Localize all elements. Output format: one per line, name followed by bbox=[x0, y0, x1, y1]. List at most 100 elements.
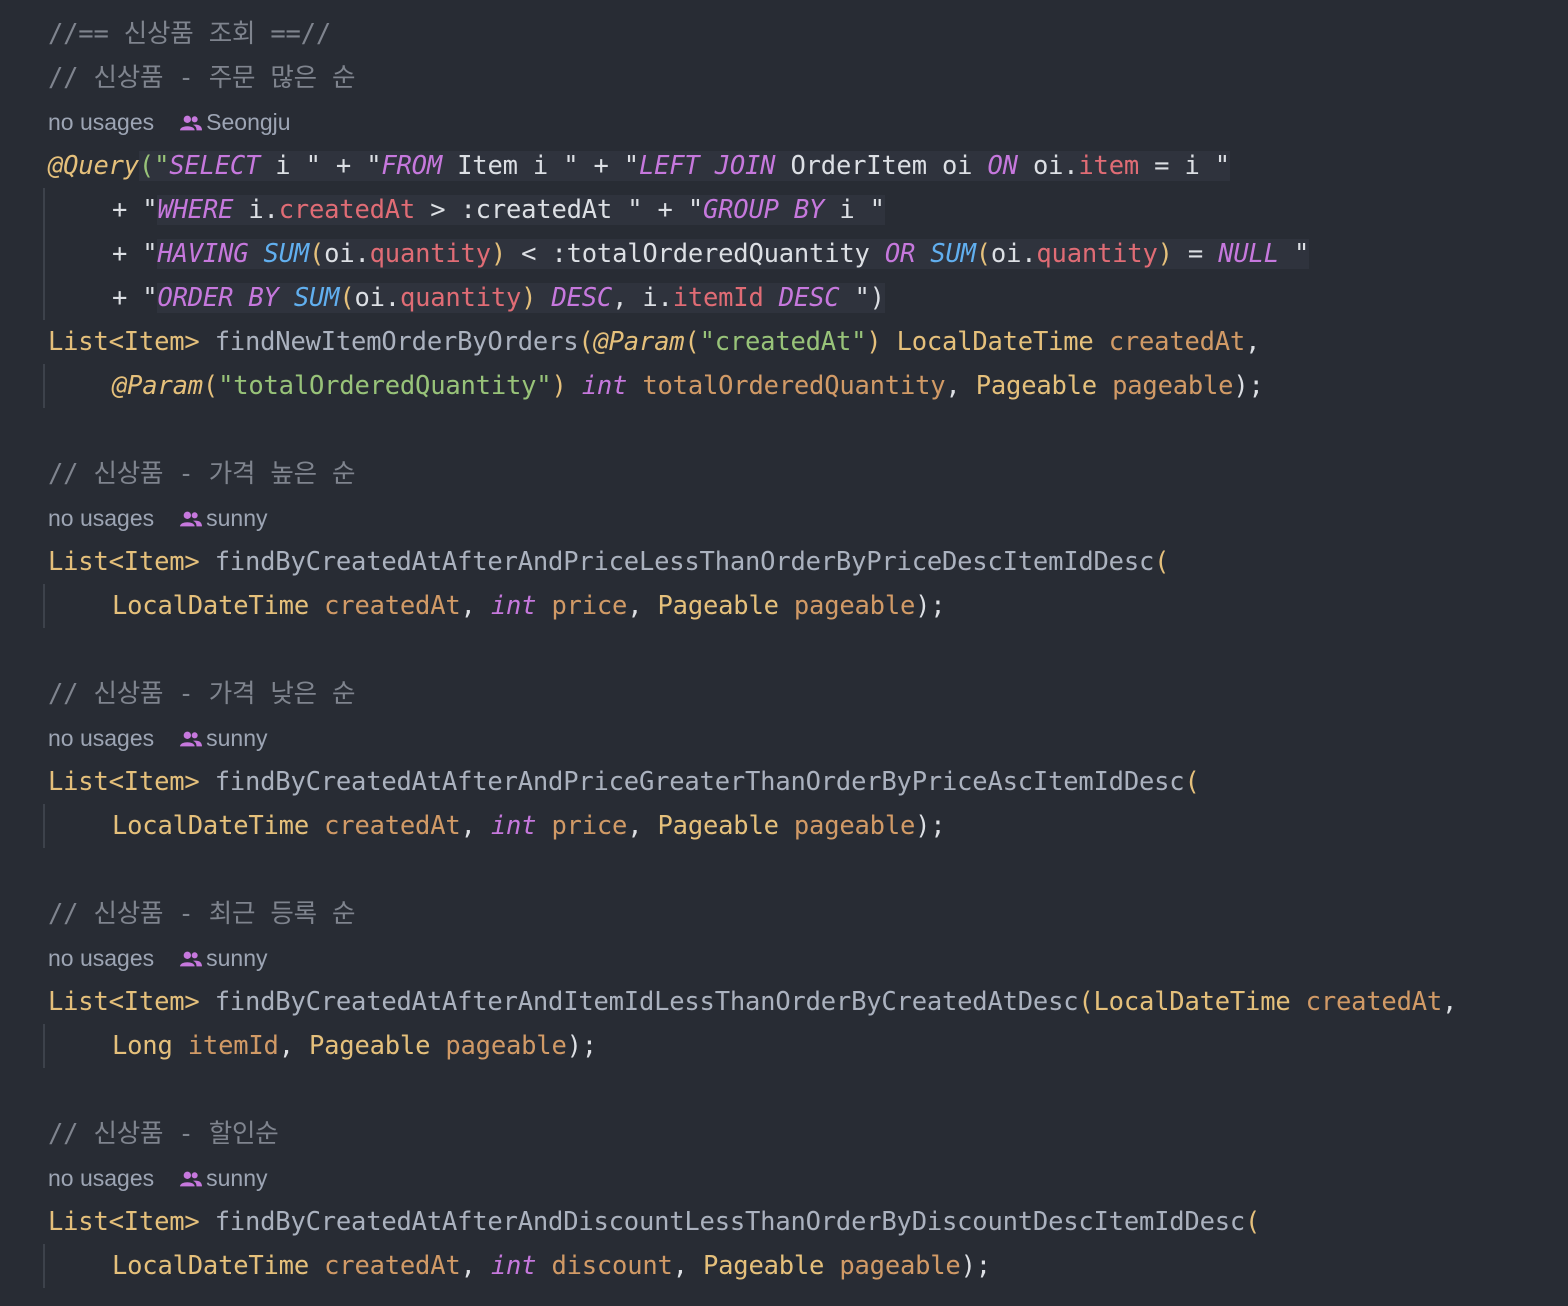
string-literal: "totalOrderedQuantity" bbox=[218, 371, 552, 401]
indent-guide bbox=[43, 1244, 45, 1288]
indent-guide bbox=[43, 584, 45, 628]
param-type: Pageable bbox=[657, 811, 779, 841]
sql-keyword: DESC bbox=[551, 283, 613, 313]
param-name: pageable bbox=[1112, 371, 1234, 401]
code-token: ( bbox=[578, 327, 594, 357]
code-line-query-1: @Query("SELECT i " + "FROM Item i " + "L… bbox=[48, 144, 1568, 188]
param-name: pageable bbox=[839, 1251, 961, 1281]
code-token: ( bbox=[339, 283, 355, 313]
param-type: LocalDateTime bbox=[112, 591, 309, 621]
code-token: OrderItem oi bbox=[775, 151, 988, 181]
sql-function: SUM bbox=[263, 239, 310, 269]
code-line-signature: List<Item> findByCreatedAtAfterAndPriceG… bbox=[48, 760, 1568, 804]
author-name[interactable]: sunny bbox=[206, 725, 267, 751]
usages-link[interactable]: no usages bbox=[48, 945, 154, 971]
indent-guide bbox=[43, 232, 45, 276]
code-editor[interactable]: //== 신상품 조회 ==// // 신상품 - 주문 많은 순 no usa… bbox=[0, 0, 1568, 1306]
sql-keyword: WHERE bbox=[157, 195, 234, 225]
method-name[interactable]: findByCreatedAtAfterAndDiscountLessThanO… bbox=[215, 1207, 1246, 1237]
sql-keyword: OR bbox=[884, 239, 916, 269]
section-header-comment: //== 신상품 조회 ==// bbox=[48, 12, 1568, 56]
code-comment: // 신상품 - 가격 낮은 순 bbox=[48, 672, 1568, 716]
users-icon bbox=[180, 731, 203, 747]
sql-keyword: ON bbox=[987, 151, 1018, 181]
usages-link[interactable]: no usages bbox=[48, 725, 154, 751]
code-token: ); bbox=[960, 1251, 992, 1281]
code-line-query-4: + "ORDER BY SUM(oi.quantity) DESC, i.ite… bbox=[43, 276, 1568, 320]
param-name: itemId bbox=[187, 1031, 279, 1061]
author-name[interactable]: sunny bbox=[206, 945, 267, 971]
code-comment: // 신상품 - 할인순 bbox=[48, 1112, 1568, 1156]
code-token: ") bbox=[839, 283, 886, 313]
string-literal: "createdAt" bbox=[699, 327, 867, 357]
code-token: , bbox=[1245, 327, 1261, 357]
inlay-hint: no usages Seongju bbox=[48, 100, 1568, 144]
param-name: pageable bbox=[793, 591, 916, 621]
method-name[interactable]: findByCreatedAtAfterAndPriceLessThanOrde… bbox=[215, 547, 1155, 577]
code-comment: // 신상품 - 주문 많은 순 bbox=[48, 56, 1568, 100]
code-token: ) bbox=[490, 239, 507, 269]
indent-guide bbox=[43, 1024, 45, 1068]
code-token: , i. bbox=[612, 283, 673, 313]
method-name[interactable]: findNewItemOrderByOrders bbox=[215, 327, 579, 357]
code-token: + " bbox=[112, 239, 158, 269]
code-token: ( bbox=[1184, 767, 1200, 797]
param-type: LocalDateTime bbox=[112, 1251, 309, 1281]
indent-guide bbox=[43, 188, 45, 232]
code-token: i " + " bbox=[260, 151, 382, 181]
keyword: int bbox=[490, 811, 537, 841]
users-icon bbox=[180, 511, 203, 527]
author-name[interactable]: sunny bbox=[206, 505, 267, 531]
param-type: Pageable bbox=[975, 371, 1097, 401]
param-name: createdAt bbox=[324, 1251, 461, 1281]
return-type: List<Item> bbox=[48, 1207, 200, 1237]
code-token: = i " bbox=[1139, 151, 1230, 181]
inlay-hint: no usages sunny bbox=[48, 496, 1568, 540]
code-token: ( bbox=[1245, 1207, 1261, 1237]
code-token: (" bbox=[138, 151, 170, 181]
usages-link[interactable]: no usages bbox=[48, 1165, 154, 1191]
code-token: oi. bbox=[990, 239, 1037, 269]
comment-text: // 신상품 - 할인순 bbox=[48, 1119, 279, 1149]
annotation: @Param bbox=[593, 327, 685, 357]
usages-link[interactable]: no usages bbox=[48, 505, 154, 531]
code-token: ( bbox=[975, 239, 991, 269]
code-token: i. bbox=[233, 195, 279, 225]
param-name: pageable bbox=[793, 811, 916, 841]
sql-keyword: ORDER BY bbox=[157, 283, 279, 313]
sql-keyword: SELECT bbox=[169, 151, 261, 181]
method-name[interactable]: findByCreatedAtAfterAndPriceGreaterThanO… bbox=[215, 767, 1185, 797]
code-token: oi. bbox=[1017, 151, 1079, 181]
indent-guide bbox=[43, 364, 45, 408]
param-name: discount bbox=[551, 1251, 673, 1281]
param-name: createdAt bbox=[1108, 327, 1246, 357]
code-field: createdAt bbox=[278, 195, 416, 225]
keyword: int bbox=[490, 591, 537, 621]
code-line-signature-cont: LocalDateTime createdAt, int discount, P… bbox=[43, 1244, 1568, 1288]
param-name: pageable bbox=[445, 1031, 567, 1061]
author-name[interactable]: Seongju bbox=[206, 109, 290, 135]
author-name[interactable]: sunny bbox=[206, 1165, 267, 1191]
code-token: + " bbox=[112, 283, 158, 313]
code-token: i " bbox=[824, 195, 885, 225]
code-token: ( bbox=[1078, 987, 1094, 1017]
method-name[interactable]: findByCreatedAtAfterAndItemIdLessThanOrd… bbox=[215, 987, 1079, 1017]
inlay-hint: no usages sunny bbox=[48, 1156, 1568, 1200]
sql-function: SUM bbox=[930, 239, 976, 269]
code-comment: // 신상품 - 가격 높은 순 bbox=[48, 452, 1568, 496]
param-type: Pageable bbox=[702, 1251, 825, 1281]
code-line-signature: List<Item> findByCreatedAtAfterAndDiscou… bbox=[48, 1200, 1568, 1244]
code-line-signature-cont: Long itemId, Pageable pageable); bbox=[43, 1024, 1568, 1068]
inlay-hint: no usages sunny bbox=[48, 936, 1568, 980]
inlay-hint: no usages sunny bbox=[48, 716, 1568, 760]
code-token: oi. bbox=[354, 283, 400, 313]
code-field: itemId bbox=[672, 283, 764, 313]
users-icon bbox=[180, 1171, 203, 1187]
param-type: LocalDateTime bbox=[112, 811, 309, 841]
usages-link[interactable]: no usages bbox=[48, 109, 154, 135]
param-name: price bbox=[551, 811, 628, 841]
code-field: item bbox=[1078, 151, 1140, 181]
code-token: oi. bbox=[324, 239, 370, 269]
